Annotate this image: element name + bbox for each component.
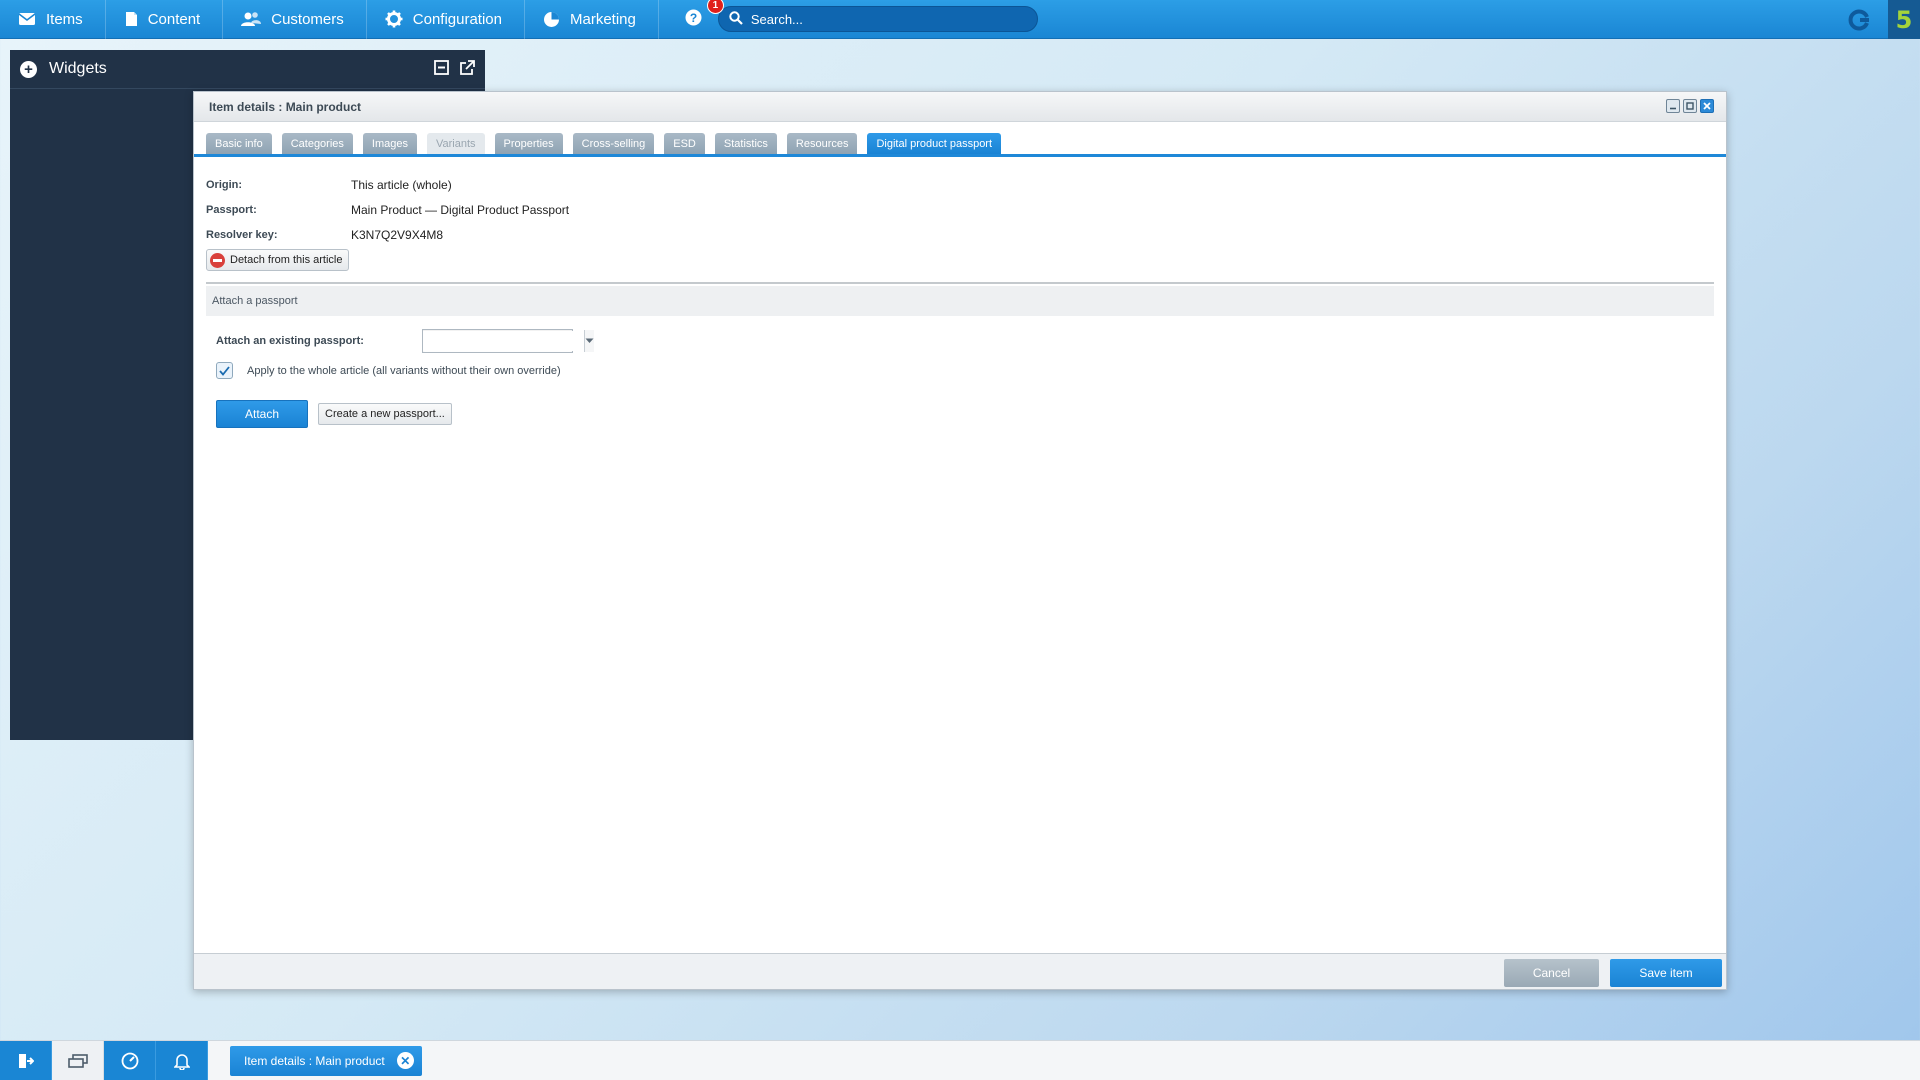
document-icon xyxy=(124,11,138,27)
passport-select-input[interactable] xyxy=(423,331,584,351)
nav-item-content[interactable]: Content xyxy=(106,0,224,39)
save-item-button[interactable]: Save item xyxy=(1610,959,1722,987)
minimize-button[interactable] xyxy=(1666,99,1680,113)
item-details-dialog: Item details : Main product Basic info C… xyxy=(193,91,1727,990)
tab-resources[interactable]: Resources xyxy=(786,133,858,154)
nav-item-label: Configuration xyxy=(412,10,502,28)
close-task-icon[interactable]: ✕ xyxy=(396,1052,414,1069)
origin-row: Origin: This article (whole) xyxy=(206,172,1714,197)
windows-icon xyxy=(67,1053,88,1068)
add-widget-icon[interactable]: + xyxy=(20,60,37,78)
checkmark-icon xyxy=(219,365,230,376)
tab-bar: Basic info Categories Images Variants Pr… xyxy=(194,133,1726,157)
help-button[interactable]: ? 1 xyxy=(685,0,724,29)
cancel-button[interactable]: Cancel xyxy=(1504,959,1599,987)
gear-icon xyxy=(385,10,403,28)
logout-icon xyxy=(18,1053,34,1068)
tab-cross-selling[interactable]: Cross-selling xyxy=(572,133,655,154)
tab-esd[interactable]: ESD xyxy=(664,133,705,154)
dialog-footer: Cancel Save item xyxy=(194,953,1726,989)
detach-button[interactable]: Detach from this article xyxy=(206,249,350,271)
attach-actions: Attach Create a new passport... xyxy=(216,400,452,428)
collapse-icon[interactable] xyxy=(434,60,449,79)
taskbar-item-label: Item details : Main product xyxy=(244,1053,385,1068)
tab-basic-info[interactable]: Basic info xyxy=(206,133,272,154)
remove-icon xyxy=(210,252,225,268)
origin-value: This article (whole) xyxy=(351,177,452,192)
svg-text:?: ? xyxy=(690,11,697,25)
taskbar-item-item-details[interactable]: Item details : Main product ✕ xyxy=(230,1045,422,1076)
dashboard-button[interactable] xyxy=(104,1040,156,1080)
resolver-value: K3N7Q2V9X4M8 xyxy=(351,227,444,242)
widgets-title: Widgets xyxy=(49,60,107,77)
question-icon: ? xyxy=(685,9,702,29)
passport-value: Main Product — Digital Product Passport xyxy=(351,202,570,217)
close-button[interactable] xyxy=(1700,99,1714,113)
nav-item-label: Marketing xyxy=(570,10,636,28)
tab-images[interactable]: Images xyxy=(362,133,417,154)
nav-item-label: Customers xyxy=(271,10,344,28)
search-input[interactable] xyxy=(750,11,1011,27)
nav-item-configuration[interactable]: Configuration xyxy=(367,0,525,39)
apply-whole-article-checkbox[interactable] xyxy=(216,362,233,379)
create-passport-button[interactable]: Create a new passport... xyxy=(318,403,452,425)
pie-chart-icon xyxy=(543,11,560,28)
detach-label: Detach from this article xyxy=(230,254,343,266)
external-link-icon[interactable] xyxy=(459,60,475,79)
origin-label: Origin: xyxy=(206,178,243,191)
tab-properties[interactable]: Properties xyxy=(494,133,563,154)
section-divider xyxy=(206,282,1714,284)
window-controls xyxy=(1666,99,1714,113)
apply-whole-article-label: Apply to the whole article (all variants… xyxy=(247,364,561,377)
tab-variants: Variants xyxy=(426,133,485,154)
search-box[interactable] xyxy=(717,6,1038,32)
widgets-header: + Widgets xyxy=(10,50,485,89)
passport-row: Passport: Main Product — Digital Product… xyxy=(206,197,1714,222)
top-navigation-bar: Items Content Customers Configuration Ma… xyxy=(0,0,1920,39)
tab-categories[interactable]: Categories xyxy=(281,133,353,154)
passport-label: Passport: xyxy=(206,203,257,216)
nav-item-customers[interactable]: Customers xyxy=(223,0,367,39)
resolver-label: Resolver key: xyxy=(206,228,278,241)
apply-whole-article-row: Apply to the whole article (all variants… xyxy=(216,362,561,379)
tab-digital-product-passport[interactable]: Digital product passport xyxy=(867,133,1002,154)
passport-select[interactable] xyxy=(422,329,594,353)
nav-item-label: Items xyxy=(46,10,83,28)
attach-existing-row: Attach an existing passport: xyxy=(216,329,594,353)
widgets-tools xyxy=(434,60,475,79)
nav-item-marketing[interactable]: Marketing xyxy=(525,0,659,39)
bell-icon xyxy=(173,1053,190,1070)
nav-item-items[interactable]: Items xyxy=(0,0,106,39)
notifications-button[interactable] xyxy=(156,1040,208,1080)
app-logo: 5 xyxy=(1888,0,1920,39)
dialog-title: Item details : Main product xyxy=(194,92,1726,122)
speedometer-icon xyxy=(121,1052,138,1069)
top-right-area: 5 xyxy=(1848,0,1920,39)
attach-button[interactable]: Attach xyxy=(216,400,308,428)
maximize-button[interactable] xyxy=(1683,99,1697,113)
users-icon xyxy=(241,11,262,27)
inbox-icon xyxy=(18,12,36,26)
attach-existing-label: Attach an existing passport: xyxy=(216,335,364,347)
refresh-icon[interactable] xyxy=(1848,9,1870,31)
taskbar: Item details : Main product ✕ xyxy=(0,1040,1920,1080)
chevron-down-icon[interactable] xyxy=(584,330,594,352)
attach-section-header: Attach a passport xyxy=(206,286,1714,316)
windows-button[interactable] xyxy=(52,1040,104,1080)
search-icon xyxy=(729,10,743,28)
nav-item-label: Content xyxy=(147,10,201,28)
logout-button[interactable] xyxy=(0,1040,52,1080)
resolver-row: Resolver key: K3N7Q2V9X4M8 xyxy=(206,222,1714,247)
tab-statistics[interactable]: Statistics xyxy=(714,133,777,154)
passport-info: Origin: This article (whole) Passport: M… xyxy=(206,172,1714,271)
